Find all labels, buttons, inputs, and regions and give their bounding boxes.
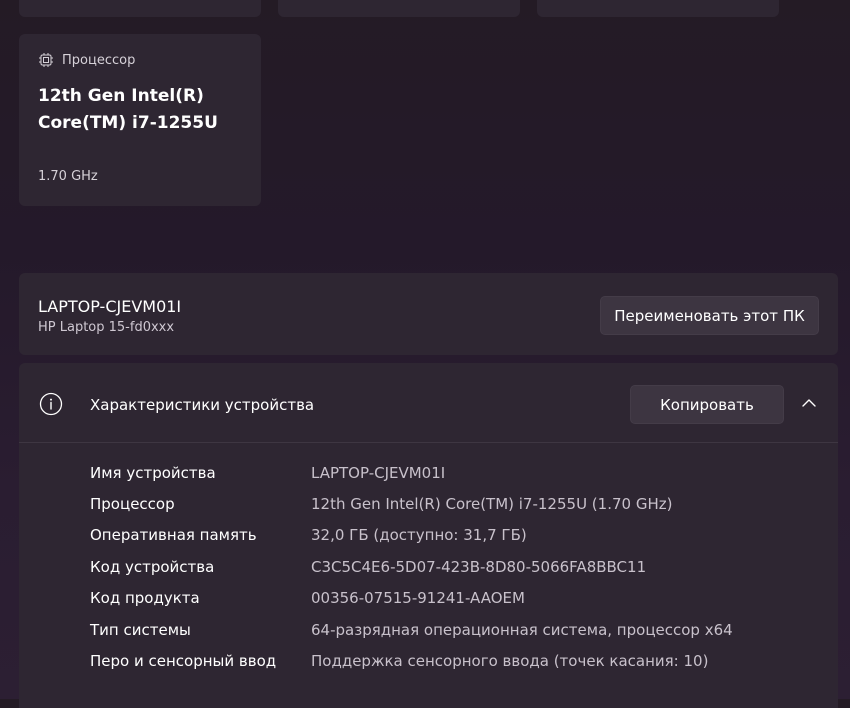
specifications-list: Имя устройства LAPTOP-CJEVM01I Процессор… — [90, 457, 733, 677]
hardware-card-1 — [19, 0, 261, 17]
processor-name: 12th Gen Intel(R) Core(TM) i7-1255U — [38, 86, 218, 133]
cpu-chip-icon — [39, 53, 53, 67]
spec-value: LAPTOP-CJEVM01I — [311, 463, 446, 482]
spec-row-device-id: Код устройства C3C5C4E6-5D07-423B-8D80-5… — [90, 551, 733, 582]
spec-row-processor: Процессор 12th Gen Intel(R) Core(TM) i7-… — [90, 488, 733, 519]
spec-label: Процессор — [90, 495, 175, 514]
hardware-card-2 — [278, 0, 520, 17]
spec-label: Имя устройства — [90, 463, 216, 482]
spec-value: 32,0 ГБ (доступно: 31,7 ГБ) — [311, 526, 527, 545]
spec-value: 00356-07515-91241-AAOEM — [311, 589, 525, 608]
pc-name-card: LAPTOP-CJEVM01I HP Laptop 15-fd0xxx Пере… — [19, 273, 838, 355]
rename-pc-button[interactable]: Переименовать этот ПК — [600, 296, 819, 335]
processor-card-heading: Процессор — [62, 52, 136, 68]
spec-label: Код устройства — [90, 557, 215, 576]
spec-label: Тип системы — [90, 620, 191, 639]
device-specifications-card: Характеристики устройства Копировать Имя… — [19, 363, 838, 708]
spec-value: Поддержка сенсорного ввода (точек касани… — [311, 652, 709, 671]
device-specifications-header[interactable]: Характеристики устройства Копировать — [19, 363, 838, 443]
spec-value: C3C5C4E6-5D07-423B-8D80-5066FA8BBC11 — [311, 557, 647, 576]
info-circle-icon — [39, 392, 63, 416]
device-specifications-title: Характеристики устройства — [90, 396, 315, 414]
spec-row-ram: Оперативная память 32,0 ГБ (доступно: 31… — [90, 520, 733, 551]
pc-name: LAPTOP-CJEVM01I — [38, 297, 182, 316]
copy-button[interactable]: Копировать — [630, 385, 784, 424]
spec-row-pen-touch: Перо и сенсорный ввод Поддержка сенсорно… — [90, 645, 733, 676]
pc-model: HP Laptop 15-fd0xxx — [38, 320, 175, 335]
spec-row-system-type: Тип системы 64-разрядная операционная си… — [90, 614, 733, 645]
hardware-card-3 — [537, 0, 779, 17]
processor-card: Процессор 12th Gen Intel(R) Core(TM) i7-… — [19, 34, 261, 206]
spec-row-product-id: Код продукта 00356-07515-91241-AAOEM — [90, 583, 733, 614]
spec-value: 64-разрядная операционная система, проце… — [311, 620, 733, 639]
processor-frequency: 1.70 GHz — [38, 169, 98, 184]
spec-label: Код продукта — [90, 589, 200, 608]
processor-card-header: Процессор — [38, 52, 242, 68]
chevron-up-icon[interactable] — [800, 394, 818, 412]
spec-label: Оперативная память — [90, 526, 257, 545]
spec-row-device-name: Имя устройства LAPTOP-CJEVM01I — [90, 457, 733, 488]
spec-value: 12th Gen Intel(R) Core(TM) i7-1255U (1.7… — [311, 495, 673, 514]
spec-label: Перо и сенсорный ввод — [90, 652, 277, 671]
